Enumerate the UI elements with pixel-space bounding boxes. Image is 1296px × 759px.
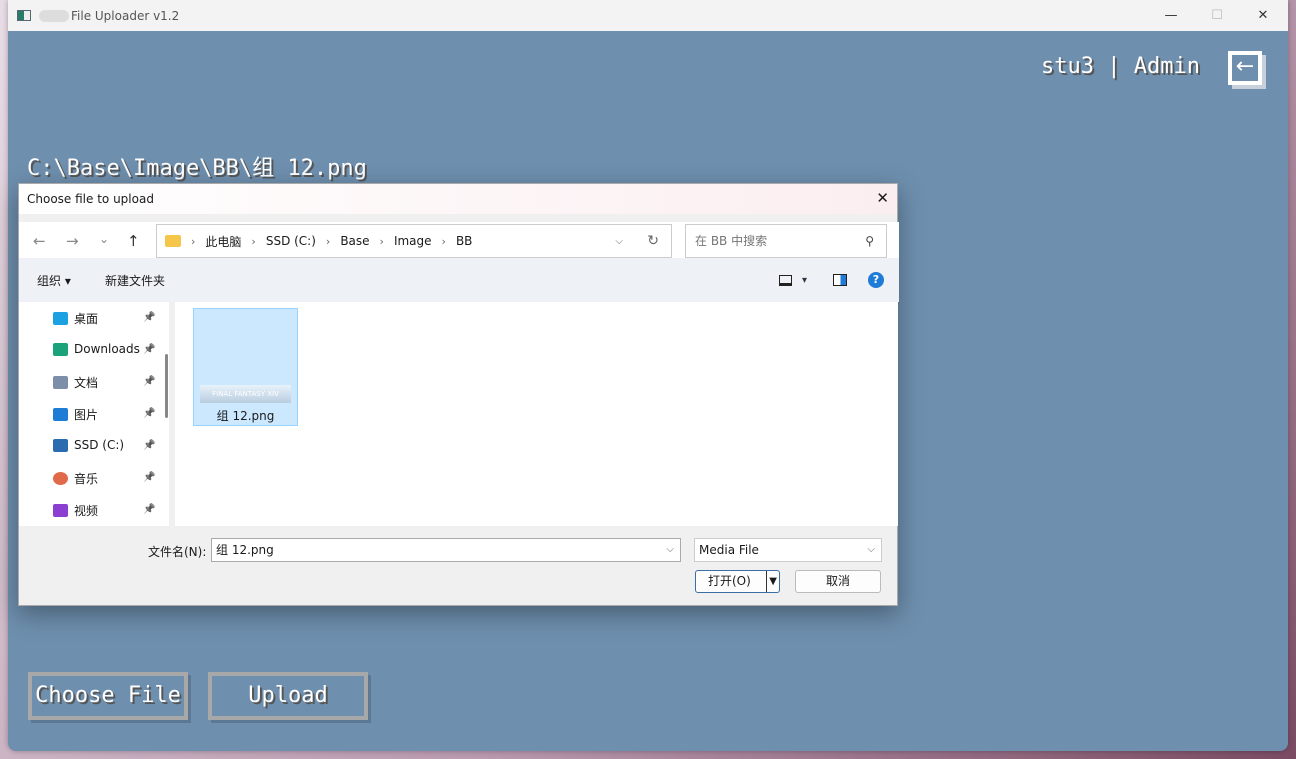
pin-icon: 📌 — [143, 504, 155, 515]
pin-icon: 📌 — [143, 376, 155, 387]
open-label: 打开(O) — [708, 574, 751, 588]
upload-button[interactable]: Upload — [208, 672, 368, 720]
breadcrumb-item[interactable]: 此电脑 — [205, 233, 241, 250]
breadcrumb-item[interactable]: SSD (C:) — [266, 234, 316, 248]
chevron-down-icon: ⌵ — [867, 539, 875, 561]
file-thumbnail: FINAL FANTASY XIV — [200, 385, 291, 403]
arrow-left-icon: ← — [1236, 54, 1254, 79]
file-dialog: Choose file to upload ✕ ← → ⌄ ↑ ›此电脑 ›SS… — [18, 183, 898, 606]
pin-icon: 📌 — [143, 312, 155, 323]
navigation-bar: ← → ⌄ ↑ ›此电脑 ›SSD (C:) ›Base ›Image ›BB … — [19, 222, 899, 258]
window-title: File Uploader v1.2 — [71, 9, 179, 23]
chevron-down-icon[interactable]: ⌵ — [666, 539, 674, 561]
thumbnail-text: FINAL FANTASY XIV — [212, 390, 279, 398]
dialog-title-bar: Choose file to upload ✕ — [19, 184, 897, 214]
pin-icon: 📌 — [143, 440, 155, 451]
document-icon — [53, 376, 68, 389]
preview-pane-icon[interactable] — [833, 274, 847, 286]
up-button[interactable]: ↑ — [127, 232, 140, 250]
view-dropdown[interactable]: ▾ — [802, 275, 807, 286]
filetype-select[interactable]: Media File ⌵ — [694, 538, 882, 562]
open-dropdown-icon[interactable]: ▼ — [766, 571, 777, 592]
pin-icon: 📌 — [143, 408, 155, 419]
file-list: FINAL FANTASY XIV 组 12.png — [175, 302, 898, 526]
open-button[interactable]: 打开(O) ▼ — [695, 570, 780, 593]
breadcrumb-item[interactable]: Image — [394, 234, 432, 248]
search-input[interactable]: 在 BB 中搜索 ⚲ — [685, 224, 887, 258]
selected-file-path: C:\Base\Image\BB\组 12.png — [27, 150, 367, 182]
help-icon[interactable]: ? — [868, 272, 884, 288]
file-item[interactable]: FINAL FANTASY XIV 组 12.png — [193, 308, 298, 426]
desktop-icon — [53, 312, 68, 325]
forward-button[interactable]: → — [66, 232, 79, 250]
sidebar-item-label: 图片 — [74, 406, 98, 423]
filetype-value: Media File — [699, 543, 759, 557]
sidebar-item-label: SSD (C:) — [74, 438, 124, 452]
title-bar: File Uploader v1.2 — ☐ ✕ — [8, 0, 1288, 31]
sidebar-item-label: Downloads — [74, 342, 140, 356]
video-icon — [53, 504, 68, 517]
minimize-button[interactable]: — — [1148, 0, 1194, 31]
recent-locations-button[interactable]: ⌄ — [99, 232, 109, 246]
pictures-icon — [53, 408, 68, 421]
search-placeholder: 在 BB 中搜索 — [695, 234, 767, 248]
filename-label: 文件名(N): — [148, 543, 206, 560]
sidebar-item-label: 音乐 — [74, 470, 98, 487]
pin-icon: 📌 — [143, 344, 155, 355]
navigation-pane: 桌面📌Downloads📌文档📌图片📌SSD (C:)📌音乐📌视频📌 — [19, 302, 169, 526]
back-button[interactable]: ← — [33, 232, 46, 250]
cancel-button[interactable]: 取消 — [795, 570, 881, 593]
breadcrumb-item[interactable]: Base — [340, 234, 369, 248]
user-info: stu3 | Admin — [1041, 54, 1200, 79]
new-folder-button[interactable]: 新建文件夹 — [105, 272, 165, 289]
search-icon: ⚲ — [865, 225, 874, 257]
folder-icon — [165, 235, 181, 247]
sidebar-item-label: 桌面 — [74, 310, 98, 327]
blurred-title-prefix — [39, 10, 69, 22]
filename-value: 组 12.png — [216, 543, 274, 557]
dialog-title: Choose file to upload — [27, 192, 154, 206]
logout-button[interactable]: ← — [1228, 51, 1262, 85]
download-icon — [53, 343, 68, 356]
sidebar-item-label: 视频 — [74, 502, 98, 519]
scrollbar[interactable] — [165, 354, 168, 418]
pin-icon: 📌 — [143, 472, 155, 483]
breadcrumb-item[interactable]: BB — [456, 234, 472, 248]
chevron-down-icon[interactable]: ⌵ — [615, 236, 623, 247]
maximize-button[interactable]: ☐ — [1194, 0, 1240, 31]
music-icon — [53, 472, 68, 485]
close-button[interactable]: ✕ — [1240, 0, 1286, 31]
view-icon[interactable] — [779, 275, 792, 286]
choose-file-button[interactable]: Choose File — [28, 672, 188, 720]
filename-input[interactable]: 组 12.png ⌵ — [211, 538, 681, 562]
sidebar-item-label: 文档 — [74, 374, 98, 391]
organize-menu[interactable]: 组织 ▾ — [37, 272, 71, 289]
dialog-toolbar: 组织 ▾ 新建文件夹 ▾ ? — [19, 258, 899, 302]
file-name: 组 12.png — [194, 407, 297, 424]
drive-icon — [53, 439, 68, 452]
address-bar[interactable]: ›此电脑 ›SSD (C:) ›Base ›Image ›BB ⌵ ↻ — [156, 224, 672, 258]
app-icon — [17, 10, 31, 21]
dialog-close-button[interactable]: ✕ — [876, 189, 889, 207]
refresh-icon[interactable]: ↻ — [647, 233, 659, 249]
